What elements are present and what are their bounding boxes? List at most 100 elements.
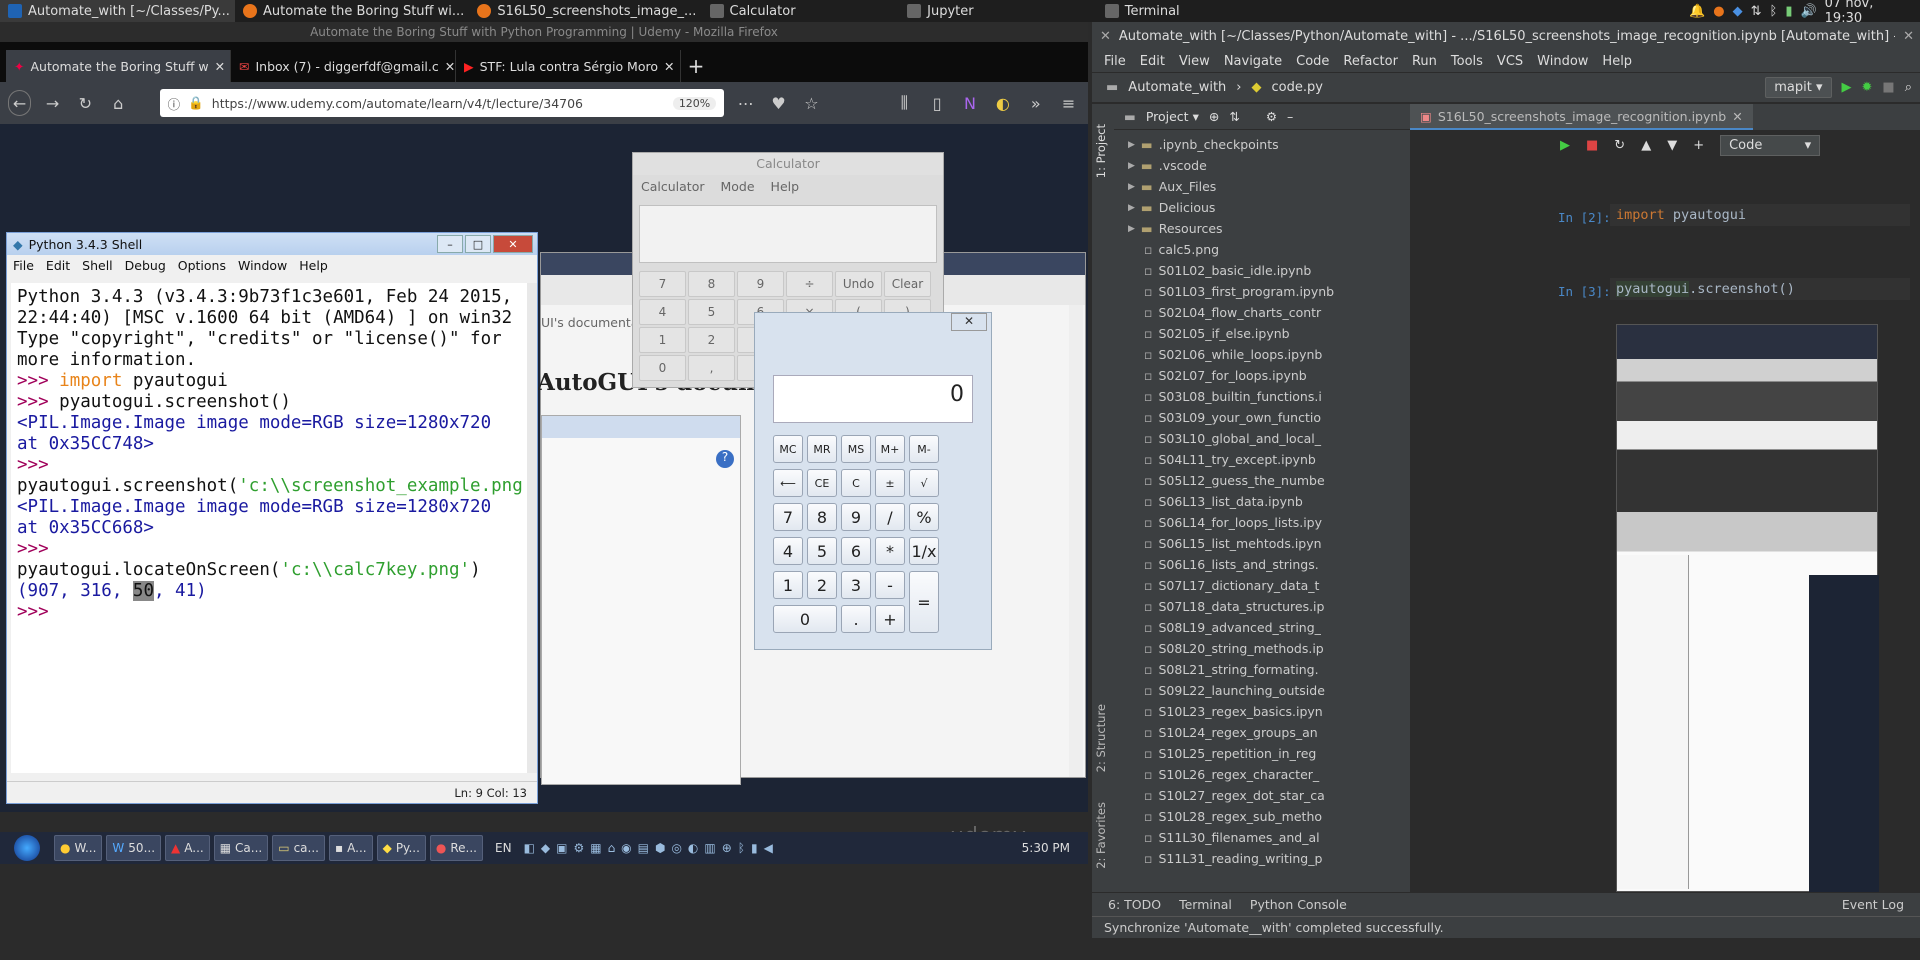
menu-run[interactable]: Run xyxy=(1412,54,1437,69)
tree-file[interactable]: ▫ S10L28_regex_sub_metho xyxy=(1114,806,1410,827)
close-icon[interactable]: ✕ xyxy=(1732,109,1742,124)
tree-file[interactable]: ▫ S08L20_string_methods.ip xyxy=(1114,638,1410,659)
windows-clock[interactable]: 5:30 PM xyxy=(1022,841,1070,855)
menu-navigate[interactable]: Navigate xyxy=(1224,54,1282,69)
taskbar-acrobat[interactable]: ▲ A... xyxy=(165,835,210,861)
tree-file[interactable]: ▫ S10L27_regex_dot_star_ca xyxy=(1114,785,1410,806)
calc-key[interactable]: √ xyxy=(909,469,939,497)
taskbar-recorder[interactable]: ● Re... xyxy=(429,835,483,861)
breadcrumb-project[interactable]: Automate_with xyxy=(1128,80,1226,95)
calc-key[interactable]: ÷ xyxy=(786,271,833,297)
tree-folder[interactable]: ▶ ▬ .vscode xyxy=(1114,155,1410,176)
calc-key[interactable]: . xyxy=(841,605,871,633)
tree-folder[interactable]: ▶ ▬ .ipynb_checkpoints xyxy=(1114,134,1410,155)
language-indicator[interactable]: EN xyxy=(495,841,512,855)
event-log[interactable]: Event Log xyxy=(1842,897,1920,912)
bluetooth-icon[interactable]: ᛒ xyxy=(1770,4,1778,19)
calc-key[interactable]: 0 xyxy=(773,605,837,633)
calc-key[interactable]: 6 xyxy=(841,537,871,565)
calculator-display[interactable] xyxy=(639,205,937,263)
calc-key[interactable]: Clear xyxy=(884,271,931,297)
calc-key[interactable]: C xyxy=(841,469,871,497)
menu-window[interactable]: Window xyxy=(238,258,287,273)
calc-key[interactable]: 1 xyxy=(773,571,803,599)
pocket-icon[interactable]: ♥ xyxy=(767,90,790,116)
stop-icon[interactable]: ■ xyxy=(1882,80,1894,95)
calc-key[interactable]: / xyxy=(875,503,905,531)
taskbar-calculator[interactable]: ▦ Ca... xyxy=(213,835,269,861)
calc-key[interactable]: = xyxy=(909,571,939,633)
overflow-icon[interactable]: » xyxy=(1024,90,1047,116)
calc-key[interactable]: - xyxy=(875,571,905,599)
editor-tab-notebook[interactable]: ▣ S16L50_screenshots_image_recognition.ip… xyxy=(1410,104,1753,130)
menu-shell[interactable]: Shell xyxy=(82,258,113,273)
tree-file[interactable]: ▫ S10L26_regex_character_ xyxy=(1114,764,1410,785)
search-icon[interactable]: ⌕ xyxy=(1905,80,1920,95)
maximize-button[interactable]: □ xyxy=(465,235,491,253)
tree-file[interactable]: ▫ S03L09_your_own_functio xyxy=(1114,407,1410,428)
calc-key[interactable]: MS xyxy=(841,435,871,463)
gear-icon[interactable]: ⚙ xyxy=(1266,109,1277,124)
menu-edit[interactable]: Edit xyxy=(1140,54,1165,69)
close-icon[interactable]: ✕ xyxy=(215,59,225,74)
chevron-right-icon[interactable]: ▶ xyxy=(1128,182,1135,192)
calc-key[interactable]: 0 xyxy=(639,355,686,381)
menu-help[interactable]: Help xyxy=(771,179,800,194)
tree-file[interactable]: ▫ S02L07_for_loops.ipynb xyxy=(1114,365,1410,386)
close-button[interactable]: ✕ xyxy=(493,235,533,253)
tree-file[interactable]: ▫ S03L08_builtin_functions.i xyxy=(1114,386,1410,407)
forward-button[interactable]: → xyxy=(41,90,64,116)
calc-key[interactable]: 7 xyxy=(639,271,686,297)
task-pycharm[interactable]: Automate_with [~/Classes/Py... xyxy=(0,0,235,22)
tree-file[interactable]: ▫ S09L22_launching_outside xyxy=(1114,680,1410,701)
tree-file[interactable]: ▫ S02L04_flow_charts_contr xyxy=(1114,302,1410,323)
calc-key[interactable]: M- xyxy=(909,435,939,463)
menu-file[interactable]: File xyxy=(1104,54,1126,69)
menu-debug[interactable]: Debug xyxy=(125,258,166,273)
back-button[interactable]: ← xyxy=(8,90,32,116)
calc-key[interactable]: MC xyxy=(773,435,803,463)
sidebar-icon[interactable]: ▯ xyxy=(926,90,949,116)
home-button[interactable]: ⌂ xyxy=(107,90,130,116)
close-icon[interactable]: ✕ xyxy=(664,59,674,74)
calc-key[interactable]: MR xyxy=(807,435,837,463)
locate-icon[interactable]: ⊕ xyxy=(1209,109,1219,124)
firefox-tray-icon[interactable]: ● xyxy=(1713,4,1724,19)
tree-folder[interactable]: ▶ ▬ Delicious xyxy=(1114,197,1410,218)
collapse-icon[interactable]: ⇅ xyxy=(1229,109,1239,124)
tree-file[interactable]: ▫ S10L23_regex_basics.ipyn xyxy=(1114,701,1410,722)
bookmark-star-icon[interactable]: ☆ xyxy=(800,90,823,116)
tab-python-console[interactable]: Python Console xyxy=(1250,897,1347,912)
reload-button[interactable]: ↻ xyxy=(74,90,97,116)
tab-gmail[interactable]: ✉ Inbox (7) - diggerfdf@gmail.c ✕ xyxy=(231,50,456,82)
side-tab-favorites[interactable]: 2: Favorites xyxy=(1094,802,1108,869)
close-icon[interactable]: ✕ xyxy=(445,59,455,74)
menu-file[interactable]: File xyxy=(13,258,34,273)
calc-key[interactable]: ⟵ xyxy=(773,469,803,497)
help-icon[interactable]: ? xyxy=(716,450,734,468)
code-cell[interactable]: pyautogui.screenshot() xyxy=(1610,278,1910,300)
calc-key[interactable]: 4 xyxy=(639,299,686,325)
calc-key[interactable]: CE xyxy=(807,469,837,497)
page-actions-icon[interactable]: ⋯ xyxy=(734,90,757,116)
calc-key[interactable]: 5 xyxy=(688,299,735,325)
tree-folder[interactable]: ▶ ▬ Aux_Files xyxy=(1114,176,1410,197)
run-config-select[interactable]: mapit ▾ xyxy=(1765,77,1832,98)
url-bar[interactable]: ⓘ 🔒 https://www.udemy.com/automate/learn… xyxy=(159,89,725,117)
calc-key[interactable]: 1/x xyxy=(909,537,939,565)
tree-file[interactable]: ▫ S07L17_dictionary_data_t xyxy=(1114,575,1410,596)
calc-key[interactable]: 4 xyxy=(773,537,803,565)
calc-key[interactable]: % xyxy=(909,503,939,531)
code-cell[interactable]: import pyautogui xyxy=(1610,204,1910,226)
tree-file[interactable]: ▫ S11L31_reading_writing_p xyxy=(1114,848,1410,869)
battery-icon[interactable]: ▮ xyxy=(1785,4,1792,19)
chevron-right-icon[interactable]: ▶ xyxy=(1128,203,1135,213)
hide-icon[interactable]: – xyxy=(1287,109,1293,124)
calc-key[interactable]: 7 xyxy=(773,503,803,531)
calc-key[interactable]: 5 xyxy=(807,537,837,565)
stop-kernel-icon[interactable]: ■ xyxy=(1586,138,1598,153)
taskbar-explorer[interactable]: ▭ ca... xyxy=(272,835,325,861)
breadcrumb-file[interactable]: code.py xyxy=(1272,80,1323,95)
calc-key[interactable]: 9 xyxy=(841,503,871,531)
shell-text-area[interactable]: Python 3.4.3 (v3.4.3:9b73f1c3e601, Feb 2… xyxy=(11,283,527,773)
